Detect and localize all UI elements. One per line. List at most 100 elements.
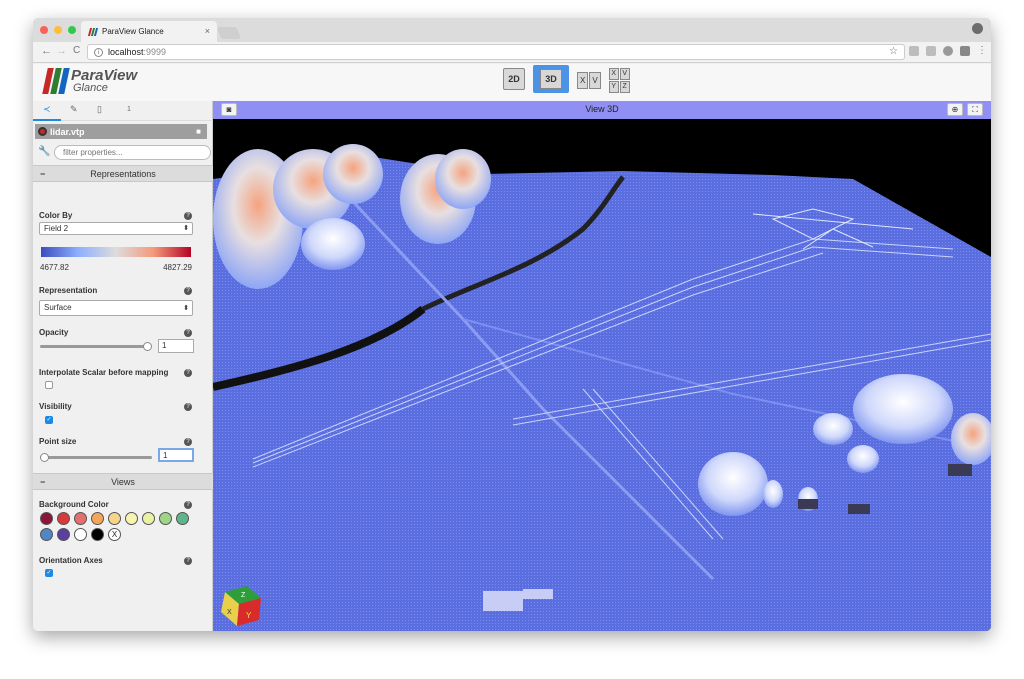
filter-properties-input[interactable] — [54, 145, 211, 160]
axis-y-label: Y — [246, 611, 252, 620]
background-color-swatch[interactable] — [74, 512, 87, 525]
background-color-swatch[interactable] — [74, 528, 87, 541]
section-representations-label: Representations — [90, 168, 156, 179]
help-icon[interactable]: ? — [184, 403, 192, 411]
axis-x-label: X — [227, 609, 232, 616]
point-size-slider-track[interactable] — [40, 456, 152, 459]
point-size-label: Point size — [39, 437, 77, 446]
logo-subtitle: Glance — [73, 82, 108, 94]
background-color-swatch[interactable] — [142, 512, 155, 525]
representation-label: Representation — [39, 286, 98, 295]
orientation-axes-label: Orientation Axes — [39, 556, 103, 565]
opacity-slider-knob[interactable] — [143, 342, 152, 351]
app-header: ParaView Glance 2D 3D XV X V Y Z — [33, 64, 991, 101]
delete-trash-icon[interactable]: ■ — [196, 127, 201, 136]
site-info-icon[interactable]: i — [94, 47, 103, 57]
extension-square-icon[interactable] — [960, 46, 970, 56]
logo-title: ParaView — [71, 67, 138, 84]
tab-pipeline-share-icon[interactable]: ≺ — [43, 104, 51, 115]
profile-icon[interactable] — [972, 23, 983, 34]
help-icon[interactable]: ? — [184, 438, 192, 446]
background-color-swatch[interactable] — [57, 512, 70, 525]
extension-cloud-icon[interactable] — [909, 46, 919, 56]
tab-file-icon[interactable]: ▯ — [97, 104, 102, 115]
axis-xv-button[interactable]: XV — [577, 68, 601, 93]
tab-title: ParaView Glance — [102, 27, 164, 36]
lidar-point-cloud[interactable] — [213, 119, 991, 631]
select-arrow-icon: ⬍ — [183, 305, 189, 312]
axis-grid-y: Y — [608, 81, 619, 93]
orientation-axes-cube[interactable]: Z X Y — [217, 584, 263, 630]
forward-icon[interactable]: → — [56, 45, 67, 57]
representation-select[interactable]: Surface ⬍ — [39, 300, 193, 316]
extension-box-icon[interactable] — [926, 46, 936, 56]
axis-grid-z: Z — [619, 81, 630, 93]
collapse-minus-icon[interactable]: − — [40, 169, 45, 179]
axis-z-label: Z — [241, 592, 246, 599]
help-icon[interactable]: ? — [184, 287, 192, 295]
active-tab-indicator — [33, 119, 61, 121]
view-mode-buttons: 2D 3D XV X V Y Z — [503, 65, 630, 93]
color-by-label: Color By — [39, 211, 73, 220]
color-by-select[interactable]: Field 2 ⬍ — [39, 222, 193, 235]
section-representations[interactable]: − Representations — [33, 165, 213, 182]
close-window-button[interactable] — [40, 26, 48, 34]
interpolate-label: Interpolate Scalar before mapping — [39, 368, 169, 377]
orientation-axes-checkbox[interactable]: ✓ — [45, 569, 53, 577]
browser-menu-icon[interactable]: ⋮ — [977, 45, 987, 56]
interpolate-checkbox[interactable] — [45, 381, 53, 389]
visibility-label: Visibility — [39, 402, 72, 411]
browser-window: ParaView Glance × ← → C i localhost:9999… — [33, 18, 991, 631]
reload-icon[interactable]: C — [73, 45, 80, 56]
background-color-swatch[interactable] — [40, 512, 53, 525]
background-color-swatch[interactable] — [91, 512, 104, 525]
tab-close-icon[interactable]: × — [205, 26, 210, 36]
view-3d-button[interactable]: 3D — [533, 65, 569, 93]
background-color-swatch[interactable] — [57, 528, 70, 541]
background-color-swatch[interactable] — [176, 512, 189, 525]
background-color-swatch[interactable] — [40, 528, 53, 541]
opacity-input[interactable]: 1 — [158, 339, 194, 353]
background-color-swatch[interactable] — [91, 528, 104, 541]
fullscreen-icon[interactable]: ⛶ — [967, 103, 983, 116]
tab-edit-pencil-icon[interactable]: ✎ — [70, 104, 78, 115]
visibility-eye-icon[interactable] — [38, 127, 47, 136]
background-color-swatch[interactable] — [108, 512, 121, 525]
render-view-3d[interactable]: Z X Y — [213, 119, 991, 631]
help-icon[interactable]: ? — [184, 329, 192, 337]
color-map-gradient[interactable] — [41, 247, 191, 257]
filter-row: 🔧 — [38, 145, 211, 161]
opacity-slider-track[interactable] — [40, 345, 150, 348]
back-icon[interactable]: ← — [41, 45, 52, 57]
section-views[interactable]: − Views — [33, 473, 213, 490]
range-max: 4827.29 — [163, 263, 192, 272]
tab-count[interactable]: 1 — [127, 106, 131, 113]
new-tab-button[interactable] — [216, 27, 242, 39]
zoom-window-button[interactable] — [68, 26, 76, 34]
address-bar[interactable]: i localhost:9999 ☆ — [87, 44, 905, 60]
help-icon[interactable]: ? — [184, 212, 192, 220]
background-color-swatch[interactable] — [125, 512, 138, 525]
point-size-slider-knob[interactable] — [40, 453, 49, 462]
help-icon[interactable]: ? — [184, 501, 192, 509]
axis-grid-button[interactable]: X V Y Z — [608, 68, 630, 93]
globe-icon[interactable]: ⊕ — [947, 103, 963, 116]
color-by-value: Field 2 — [44, 224, 69, 233]
visibility-checkbox[interactable]: ✓ — [45, 416, 53, 424]
wrench-icon: 🔧 — [38, 146, 51, 157]
bookmark-star-icon[interactable]: ☆ — [889, 46, 898, 57]
browser-tab[interactable]: ParaView Glance × — [81, 21, 217, 42]
help-icon[interactable]: ? — [184, 369, 192, 377]
view-3d-label: 3D — [540, 69, 562, 89]
view-2d-button[interactable]: 2D — [503, 68, 525, 90]
source-item[interactable]: lidar.vtp ■ — [35, 124, 207, 139]
paraview-glance-logo: ParaView Glance — [42, 67, 138, 94]
collapse-minus-icon[interactable]: − — [40, 477, 45, 487]
logo-bars-icon — [42, 68, 70, 94]
background-none-swatch[interactable]: X — [108, 528, 121, 541]
point-size-input[interactable]: 1 — [158, 448, 194, 462]
minimize-window-button[interactable] — [54, 26, 62, 34]
help-icon[interactable]: ? — [184, 557, 192, 565]
background-color-swatch[interactable] — [159, 512, 172, 525]
extension-shield-icon[interactable] — [943, 46, 953, 56]
